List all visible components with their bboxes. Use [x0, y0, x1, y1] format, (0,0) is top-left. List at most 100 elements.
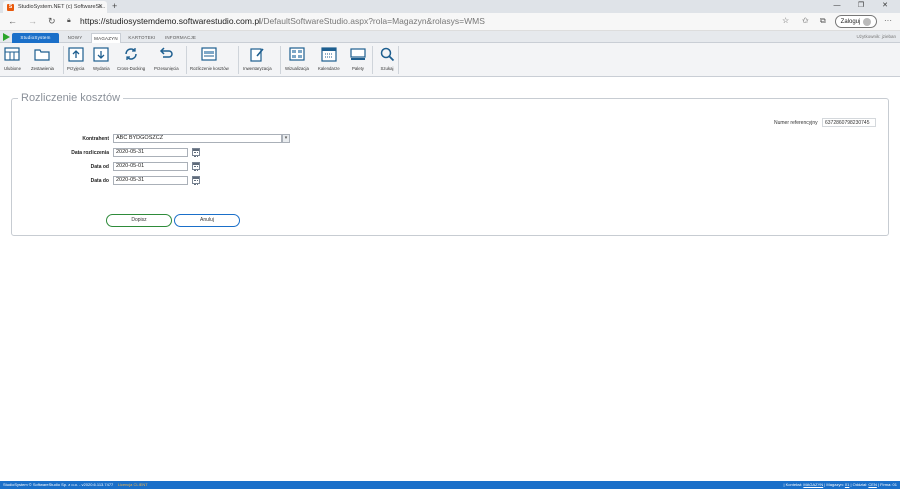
calendar-picker-icon[interactable] — [192, 176, 200, 185]
browser-tab[interactable]: S StudioSystem.NET (c) SoftwareSt... ✕ — [3, 1, 107, 13]
close-window-icon[interactable]: ✕ — [874, 0, 896, 13]
edit-document-icon — [249, 46, 265, 62]
tab-informacje[interactable]: INFORMACJE — [163, 33, 198, 43]
ribbon-separator — [63, 46, 64, 74]
new-tab-icon[interactable]: + — [112, 1, 117, 11]
cycle-arrows-icon — [123, 46, 139, 62]
status-oddzial-link[interactable]: CEN — [868, 482, 876, 487]
address-bar: ← → ↻ 🔒︎ https://studiosystemdemo.softwa… — [0, 13, 900, 31]
ribbon-wizualizacja-label: Wizualizacja — [285, 66, 309, 71]
ribbon-przesuniecia-label: Przesunięcia — [154, 66, 179, 71]
ribbon-inwentaryzacja-button[interactable]: Inwentaryzacja — [243, 46, 272, 74]
ribbon-separator — [280, 46, 281, 74]
back-icon[interactable]: ← — [8, 16, 17, 26]
ribbon-palety-label: Palety — [352, 66, 364, 71]
calendar-picker-icon[interactable] — [192, 148, 200, 157]
ribbon-inwentaryzacja-label: Inwentaryzacja — [243, 66, 272, 71]
login-button[interactable]: Zaloguj — [835, 15, 877, 28]
avatar — [863, 17, 872, 26]
ribbon-wydania-label: Wydania — [93, 66, 110, 71]
ribbon-przesuniecia-button[interactable]: Przesunięcia — [154, 46, 179, 74]
status-license: Licencja CLIENT — [117, 482, 148, 487]
url-path: /DefaultSoftwareStudio.aspx?rola=Magazyn… — [260, 16, 485, 26]
play-icon[interactable] — [3, 33, 10, 41]
minimize-icon[interactable]: — — [826, 0, 848, 13]
ribbon-wizualizacja-button[interactable]: Wizualizacja — [285, 46, 309, 74]
ribbon-wydania-button[interactable]: Wydania — [93, 46, 110, 74]
ref-number-value: 637286079823074​5 — [822, 118, 876, 127]
status-context-link[interactable]: MAGAZYN — [803, 482, 823, 487]
url-field[interactable]: https://studiosystemdemo.softwarestudio.… — [80, 16, 485, 26]
page-title: Rozliczenie kosztów — [18, 92, 124, 104]
search-icon — [379, 46, 395, 62]
favorites-list-icon[interactable]: ✩ — [802, 16, 809, 25]
favorites-grid-icon — [4, 46, 21, 62]
tab-kartoteki[interactable]: KARTOTEKI — [125, 33, 159, 43]
ribbon-szukaj-button[interactable]: Szukaj — [379, 46, 395, 74]
ribbon-ulubione-label: Ulubione — [4, 66, 21, 71]
data-do-label: Data do — [90, 178, 109, 184]
tab-magazyn[interactable]: MAGAZYN — [91, 33, 121, 43]
ribbon-separator — [186, 46, 187, 74]
lock-icon: 🔒︎ — [67, 17, 71, 24]
ribbon-separator — [398, 46, 399, 74]
browser-tab-title: StudioSystem.NET (c) SoftwareSt... — [18, 4, 106, 10]
status-magazyn-prefix: | Magazyn: — [823, 482, 845, 487]
favicon-icon: S — [7, 3, 14, 11]
ribbon-separator — [372, 46, 373, 74]
ribbon-cross-docking-button[interactable]: Cross-Docking — [117, 46, 145, 74]
folder-icon — [34, 46, 51, 62]
ribbon-przyjecia-button[interactable]: Przyjęcia — [67, 46, 84, 74]
ribbon-zestawienia-label: Zestawienia — [31, 66, 54, 71]
arrow-up-box-icon — [68, 46, 84, 62]
url-host: https://studiosystemdemo.softwarestudio.… — [80, 16, 261, 26]
status-bar: StudioSystem © SoftwareStudio Sp. z o.o.… — [0, 481, 900, 489]
cancel-button[interactable]: Anuluj — [174, 214, 240, 227]
collections-icon[interactable]: ⧉ — [820, 16, 826, 26]
ribbon-kalendarze-label: Kalendarze — [318, 66, 340, 71]
return-arrow-icon — [158, 46, 174, 62]
pallet-icon — [350, 46, 366, 62]
data-do-field[interactable]: 2020-05-31 — [113, 176, 188, 185]
browser-tab-bar: S StudioSystem.NET (c) SoftwareSt... ✕ +… — [0, 0, 900, 13]
warehouse-visual-icon — [289, 46, 305, 62]
ribbon-palety-button[interactable]: Palety — [350, 46, 366, 74]
calendar-icon — [321, 46, 337, 62]
cost-settlement-icon — [201, 46, 217, 62]
status-right: | Kontekst: MAGAZYN | Magazyn: 01 | Oddz… — [783, 481, 897, 489]
forward-icon[interactable]: → — [28, 16, 37, 26]
arrow-down-box-icon — [93, 46, 109, 62]
status-oddzial-prefix: | Oddział: — [849, 482, 869, 487]
data-rozliczenia-field[interactable]: 2020-05-31 — [113, 148, 188, 157]
save-button[interactable]: Dopisz — [106, 214, 172, 227]
status-context-prefix: | Kontekst: — [783, 482, 804, 487]
kontrahent-label: Kontrahent — [82, 136, 109, 142]
refresh-icon[interactable]: ↻ — [48, 16, 56, 27]
close-tab-icon[interactable]: ✕ — [98, 3, 103, 10]
login-label: Zaloguj — [840, 18, 861, 25]
status-version: StudioSystem © SoftwareStudio Sp. z o.o.… — [3, 482, 114, 487]
data-rozliczenia-label: Data rozliczenia — [71, 150, 109, 156]
ribbon-rozliczenie-button[interactable]: Rozliczenie kosztów — [190, 46, 229, 74]
kontrahent-select[interactable]: ABC BYDGOSZCZ — [113, 134, 282, 143]
more-icon[interactable]: ··· — [884, 16, 892, 25]
user-label: Użytkownik: jzieban — [856, 34, 896, 39]
ribbon-kalendarze-button[interactable]: Kalendarze — [318, 46, 340, 74]
calendar-picker-icon[interactable] — [192, 162, 200, 171]
ribbon-szukaj-label: Szukaj — [380, 66, 394, 71]
data-od-label: Data od — [90, 164, 109, 170]
restore-icon[interactable]: ❐ — [850, 0, 872, 13]
status-firma: | Firma: 01 — [876, 482, 897, 487]
ribbon-zestawienia-button[interactable]: Zestawienia — [31, 46, 54, 74]
chevron-down-icon[interactable]: ▾ — [282, 134, 290, 143]
status-left: StudioSystem © SoftwareStudio Sp. z o.o.… — [3, 481, 148, 489]
ribbon-cross-docking-label: Cross-Docking — [117, 66, 146, 71]
ref-number-label: Numer referencyjny — [774, 120, 818, 126]
tab-nowy[interactable]: NOWY — [62, 33, 88, 43]
ribbon-przyjecia-label: Przyjęcia — [67, 66, 85, 71]
ribbon-separator — [238, 46, 239, 74]
ribbon-ulubione-button[interactable]: Ulubione — [4, 46, 21, 74]
data-od-field[interactable]: 2020-05-01 — [113, 162, 188, 171]
favorite-star-icon[interactable]: ☆ — [782, 16, 789, 25]
tab-studiosystem[interactable]: StudioSystem — [12, 33, 59, 43]
